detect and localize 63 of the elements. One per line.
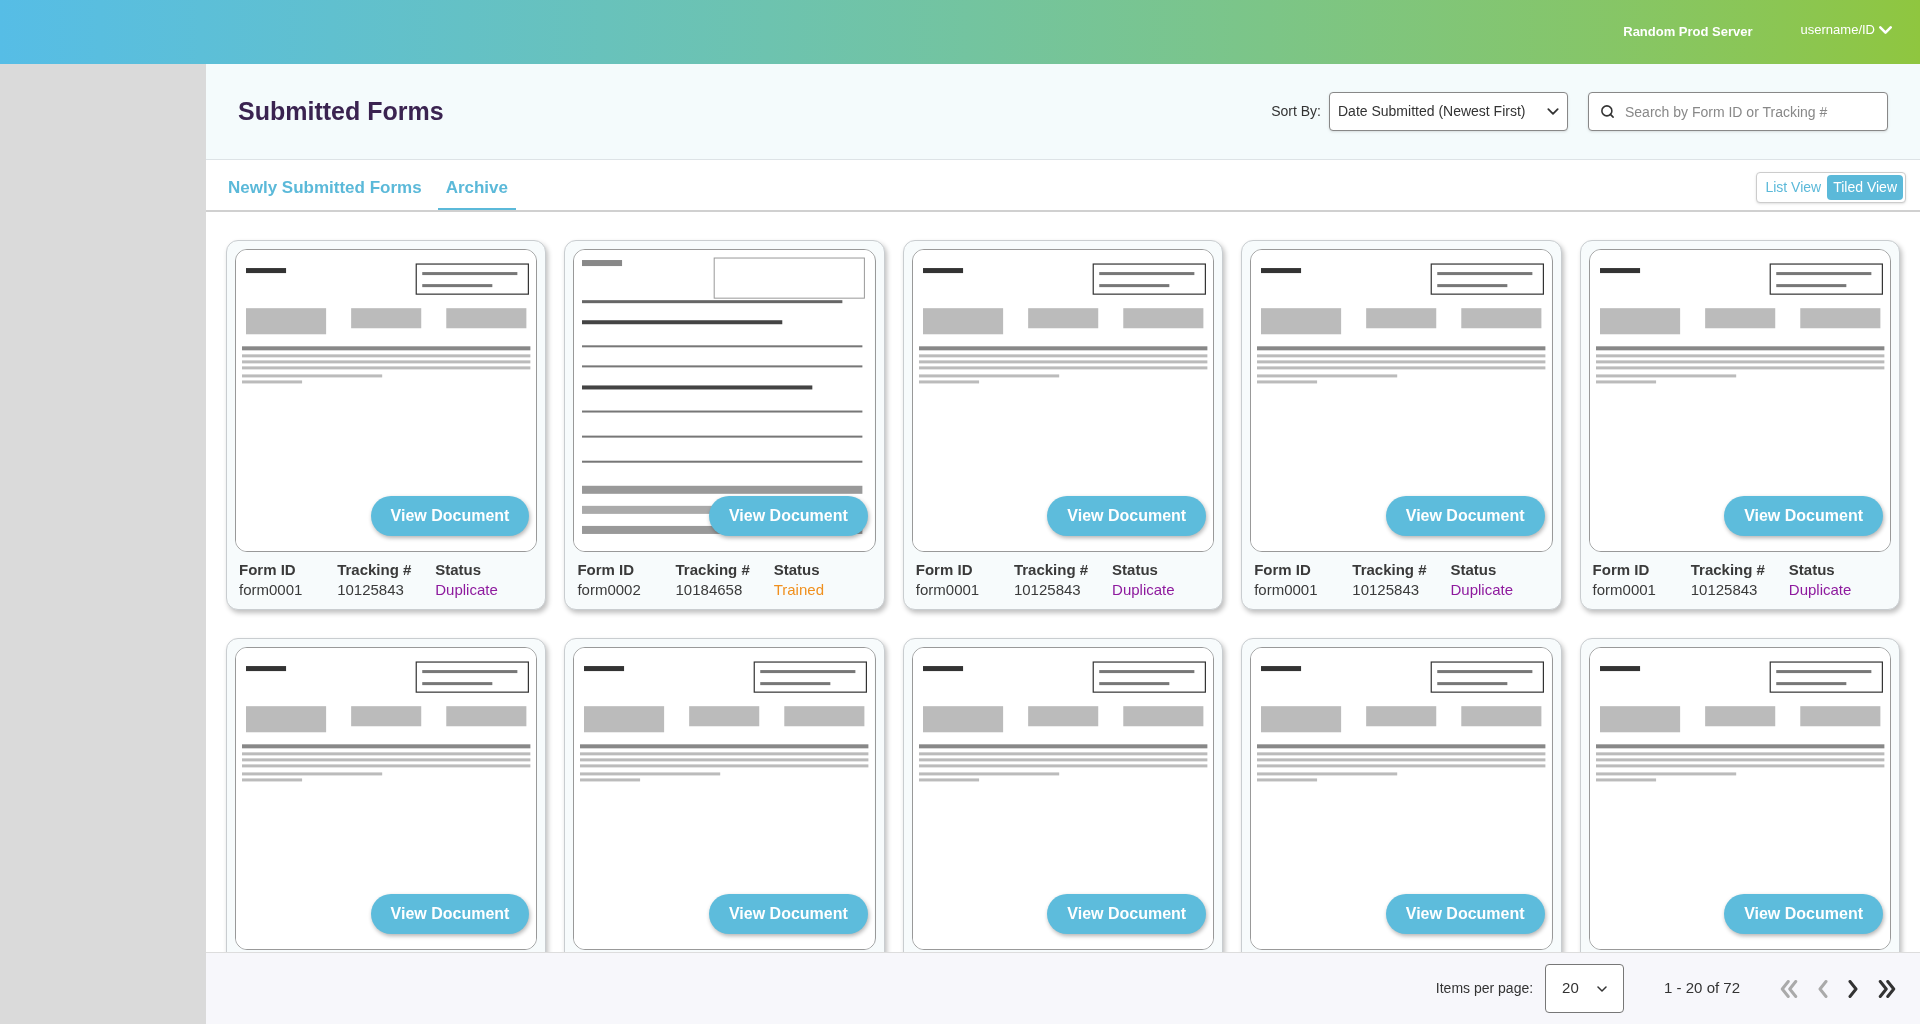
field-label: Tracking #: [1013, 560, 1089, 580]
view-document-button[interactable]: View Document: [1724, 496, 1883, 536]
server-name: Random Prod Server: [1623, 23, 1753, 42]
view-document-button[interactable]: View Document: [708, 496, 868, 536]
view-document-button[interactable]: View Document: [1047, 894, 1207, 934]
field-label: Status: [1450, 560, 1497, 580]
field-value: Duplicate: [1788, 580, 1852, 600]
field-label: Status: [435, 560, 482, 580]
field-value: Duplicate: [435, 580, 498, 600]
field-label: Tracking #: [1352, 560, 1427, 580]
page-range: 1 - 20 of 72: [1664, 978, 1740, 999]
double-chevron-right-icon: [1878, 979, 1896, 998]
view-document-button[interactable]: View Document: [370, 496, 530, 536]
field-value: form0002: [577, 580, 641, 600]
field-value: Duplicate: [1450, 580, 1513, 600]
field-value: form0001: [239, 580, 303, 600]
field-label: Status: [773, 560, 820, 580]
user-menu[interactable]: username/ID: [1800, 20, 1892, 40]
view-document-button[interactable]: View Document: [1724, 894, 1883, 934]
chevron-down-icon: [1547, 108, 1559, 115]
field-label: Tracking #: [1690, 560, 1765, 580]
field-value: form0001: [1254, 580, 1318, 600]
view-option[interactable]: Tiled View: [1827, 175, 1903, 200]
field-label: Form ID: [1592, 560, 1650, 580]
view-option[interactable]: List View: [1759, 175, 1828, 200]
field-value: 10125843: [1352, 580, 1420, 600]
items-per-page-dropdown[interactable]: 20: [1545, 964, 1625, 1013]
field-label: Tracking #: [337, 560, 412, 580]
chevron-down-icon: [1597, 985, 1608, 992]
field-value: Trained: [773, 580, 824, 600]
search-field[interactable]: Search by Form ID or Tracking #: [1588, 92, 1888, 131]
page-title: Submitted Forms: [238, 95, 445, 127]
field-value: Duplicate: [1112, 580, 1175, 600]
field-value: 10125843: [1013, 580, 1081, 600]
view-document-button[interactable]: View Document: [1385, 496, 1545, 536]
chevron-down-icon: [1879, 26, 1892, 34]
view-document-button[interactable]: View Document: [370, 894, 530, 934]
sort-dropdown[interactable]: Date Submitted (Newest First): [1329, 92, 1568, 131]
items-per-page-label: Items per page:: [1435, 979, 1534, 998]
field-label: Form ID: [577, 560, 635, 580]
view-document-button[interactable]: View Document: [1047, 496, 1207, 536]
sort-label: Sort By:: [1271, 102, 1321, 121]
search-icon: [1600, 104, 1615, 119]
chevron-right-icon: [1848, 979, 1858, 998]
field-label: Form ID: [915, 560, 973, 580]
tab[interactable]: Newly Submitted Forms: [220, 174, 430, 210]
next-page-button[interactable]: [1848, 979, 1858, 998]
field-value: 10184658: [675, 580, 743, 600]
field-value: 10125843: [1690, 580, 1758, 600]
field-value: 10125843: [337, 580, 404, 600]
last-page-button[interactable]: [1878, 979, 1896, 998]
field-label: Form ID: [1254, 560, 1311, 580]
field-label: Status: [1788, 560, 1835, 580]
tab[interactable]: Archive: [437, 174, 516, 210]
field-label: Form ID: [239, 560, 296, 580]
chevron-left-icon: [1818, 979, 1828, 998]
double-chevron-left-icon: [1780, 979, 1798, 998]
field-value: form0001: [1592, 580, 1656, 600]
view-document-button[interactable]: View Document: [708, 894, 868, 934]
field-value: form0001: [915, 580, 980, 600]
field-label: Status: [1112, 560, 1158, 580]
view-document-button[interactable]: View Document: [1385, 894, 1545, 934]
field-label: Tracking #: [675, 560, 750, 580]
